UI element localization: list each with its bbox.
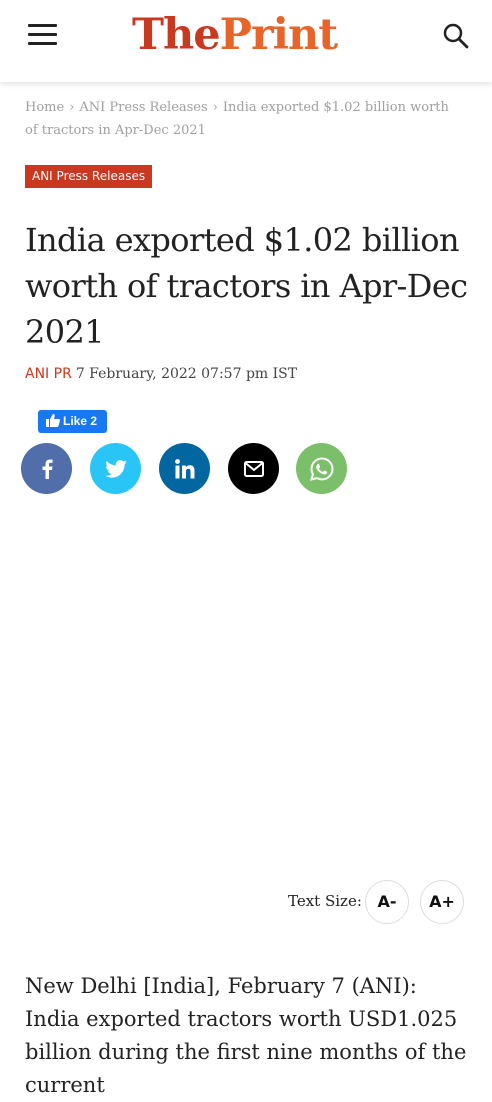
logo-the: The [132, 10, 221, 60]
like-label: Like [63, 414, 88, 428]
share-email-button[interactable] [228, 443, 279, 494]
site-header: ThePrint [0, 0, 492, 82]
share-linkedin-button[interactable] [159, 443, 210, 494]
whatsapp-icon [309, 456, 334, 481]
author-link[interactable]: ANI PR [25, 366, 72, 382]
breadcrumb-home[interactable]: Home [25, 100, 64, 115]
publish-date: 7 February, 2022 07:57 pm IST [75, 366, 298, 382]
facebook-icon [42, 459, 53, 479]
article-title: India exported $1.02 billion worth of tr… [25, 221, 468, 351]
thumbs-up-icon [46, 414, 60, 427]
share-whatsapp-button[interactable] [296, 443, 347, 494]
linkedin-icon [174, 458, 194, 478]
breadcrumb: Home › ANI Press Releases › India exported $… [25, 96, 465, 142]
facebook-like-button[interactable]: Like 2 [38, 410, 108, 433]
text-size-increase-button[interactable]: A+ [420, 880, 464, 924]
email-icon [243, 460, 264, 477]
twitter-icon [104, 459, 127, 478]
text-size-decrease-button[interactable]: A- [365, 880, 409, 924]
breadcrumb-category[interactable]: ANI Press Releases [79, 100, 207, 115]
article-meta: ANI PR 7 February, 2022 07:57 pm IST [25, 366, 297, 382]
text-size-controls: Text Size: A- A+ [288, 880, 468, 924]
like-count: 2 [90, 414, 98, 428]
share-twitter-button[interactable] [90, 443, 141, 494]
site-logo[interactable]: ThePrint [132, 6, 338, 64]
article-body-paragraph: New Delhi [India], February 7 (ANI): Ind… [25, 974, 467, 1097]
logo-print: Print [219, 10, 338, 60]
share-facebook-button[interactable] [21, 443, 72, 494]
breadcrumb-separator: › [69, 100, 75, 115]
text-size-label: Text Size: [288, 892, 362, 910]
search-icon[interactable] [442, 22, 470, 50]
breadcrumb-separator: › [212, 100, 218, 115]
category-badge[interactable]: ANI Press Releases [25, 165, 153, 188]
hamburger-icon[interactable] [28, 24, 58, 46]
